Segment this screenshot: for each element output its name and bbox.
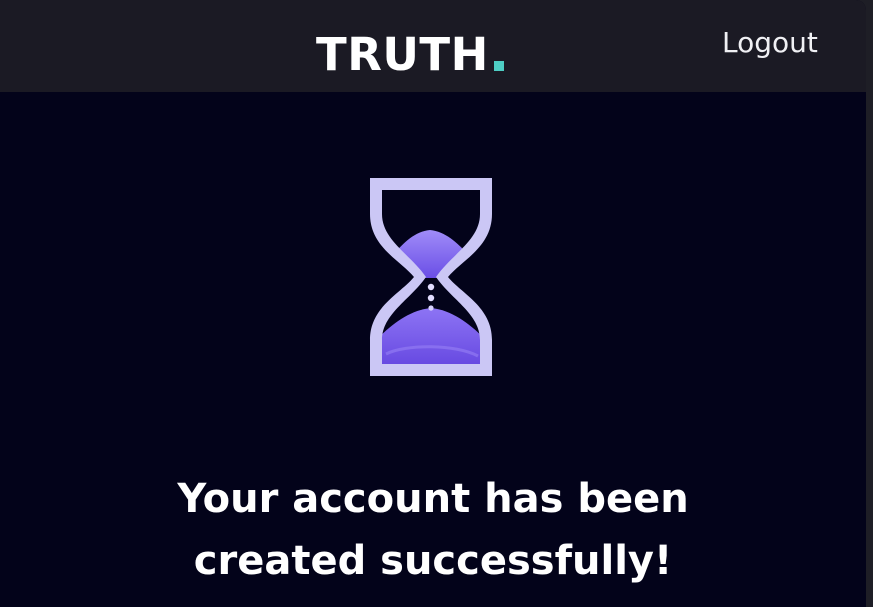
success-message-line-1: Your account has been — [177, 476, 689, 522]
truth-logo: TRUTH — [316, 17, 504, 77]
success-message: Your account has been created successful… — [0, 468, 866, 592]
hourglass-icon — [366, 174, 496, 380]
top-bar: TRUTH Logout — [0, 0, 866, 92]
app-window: TRUTH Logout Your account has been creat… — [0, 0, 866, 607]
success-message-line-2: created successfully! — [193, 538, 673, 584]
logo-text: TRUTH — [316, 28, 489, 81]
logo-accent-dot — [493, 61, 504, 71]
logout-button[interactable]: Logout — [722, 29, 818, 57]
